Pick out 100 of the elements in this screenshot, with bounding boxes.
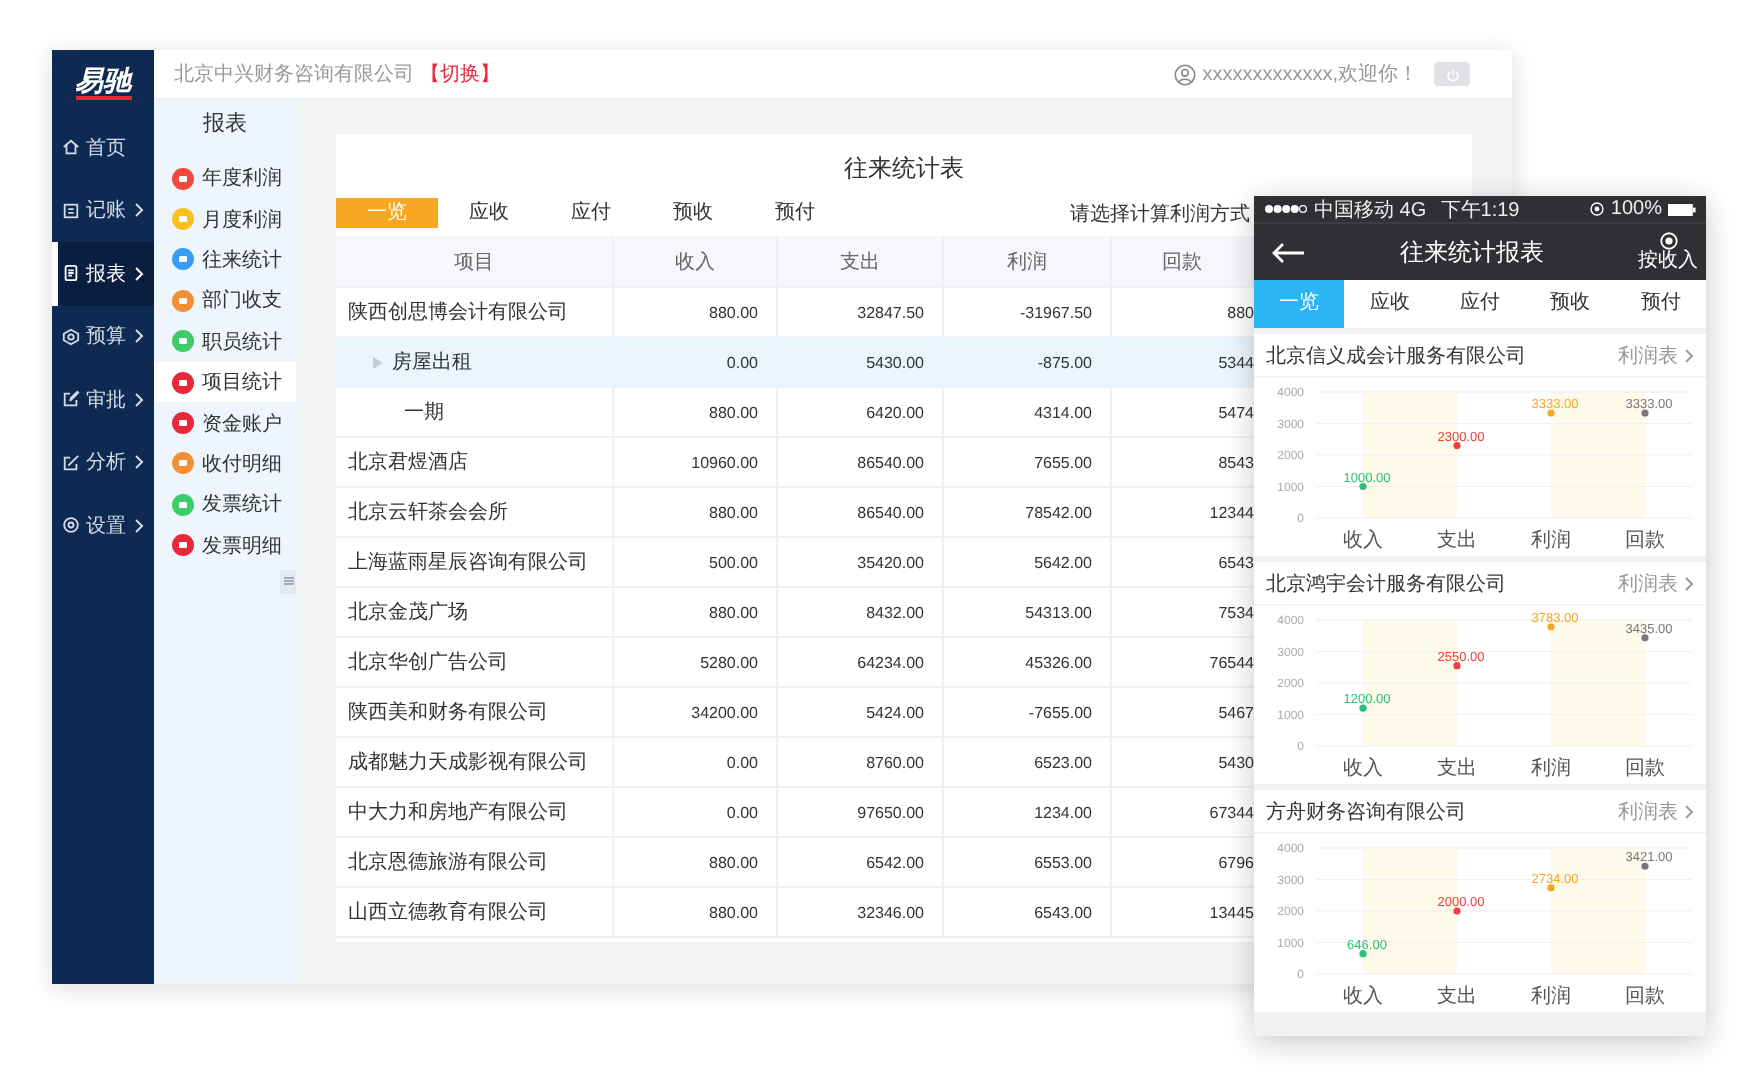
submenu-item[interactable]: 发票统计 [154, 484, 296, 526]
submenu-item[interactable]: 项目统计 [154, 361, 296, 403]
table-row[interactable]: 一期 880.00 6420.00 4314.00 5474 [336, 388, 1254, 438]
table-cell: 880.00 [614, 888, 778, 936]
table-row[interactable]: 中大力和房地产有限公司 0.00 97650.00 1234.00 67344 [336, 788, 1254, 838]
sidebar-item[interactable]: 预算 [52, 305, 154, 368]
category-label: 支出 [1437, 986, 1477, 1008]
sidebar-item[interactable]: 首页 [52, 116, 154, 179]
table-cell-text: 8543 [1216, 451, 1254, 475]
table-row[interactable]: 北京恩德旅游有限公司 880.00 6542.00 6553.00 6796 [336, 838, 1254, 888]
table-row[interactable]: 陕西美和财务有限公司 34200.00 5424.00 -7655.00 5467 [336, 688, 1254, 738]
tab[interactable]: 应收 [438, 198, 540, 228]
table-row[interactable]: 上海蓝雨星辰咨询有限公司 500.00 35420.00 5642.00 6543 [336, 538, 1254, 588]
chevron-right-icon [134, 391, 144, 408]
back-arrow-icon[interactable] [1270, 241, 1306, 263]
table-cell-text: 880 [1225, 301, 1254, 325]
table-cell-text: 山西立德教育有限公司 [348, 899, 548, 926]
switch-link[interactable]: 【切换】 [420, 60, 500, 88]
table-cell-text: 北京华创广告公司 [348, 649, 508, 676]
tab[interactable]: 预收 [1525, 280, 1616, 328]
table-cell-text: 北京金茂广场 [348, 599, 468, 626]
table-cell: 64234.00 [778, 638, 944, 686]
submenu-item[interactable]: 发票明细 [154, 525, 296, 566]
table-cell: 8760.00 [778, 738, 944, 786]
table-cell-text: 5474 [1216, 401, 1254, 425]
submenu-item[interactable]: 年度利润 [154, 158, 296, 199]
category-label: 利润 [1531, 986, 1571, 1008]
table-row[interactable]: 北京华创广告公司 5280.00 64234.00 45326.00 76544 [336, 638, 1254, 688]
table-cell-text: 5430 [1216, 751, 1254, 775]
tab[interactable]: 预收 [642, 198, 744, 228]
table-row[interactable]: 北京君煜酒店 10960.00 86540.00 7655.00 8543 [336, 438, 1254, 488]
tab[interactable]: 应付 [1434, 280, 1526, 328]
battery-level: 100% [1610, 198, 1662, 220]
table-row[interactable]: 山西立德教育有限公司 880.00 32346.00 6543.00 13445 [336, 888, 1254, 938]
table-cell: 880.00 [614, 488, 778, 536]
table-cell: 6420.00 [778, 388, 944, 436]
document-icon [62, 264, 80, 283]
section-title: 报表 [201, 110, 249, 140]
sidebar-item[interactable]: 分析 [52, 431, 154, 494]
chevron-right-icon [1684, 347, 1694, 363]
table-cell: 6553.00 [944, 838, 1112, 886]
tab[interactable]: 预付 [744, 198, 846, 228]
submenu-item[interactable]: 部门收支 [154, 280, 296, 322]
table-cell-text: 5344 [1216, 351, 1254, 375]
sidebar-item[interactable]: 设置 [52, 494, 154, 557]
category-label: 利润 [1531, 530, 1571, 552]
submenu-item[interactable]: 职员统计 [154, 321, 296, 362]
table-cell: 6523.00 [944, 738, 1112, 786]
table-cell: 4314.00 [944, 388, 1112, 436]
battery-icon [1668, 203, 1696, 215]
table-cell: 35420.00 [778, 538, 944, 586]
power-icon [1445, 67, 1459, 81]
tab[interactable]: 应付 [540, 198, 642, 228]
greeting-text: xxxxxxxxxxxxx,欢迎你！ [1202, 61, 1418, 88]
table-cell: 7655.00 [944, 438, 1112, 486]
table-row[interactable]: 成都魅力天成影视有限公司 0.00 8760.00 6523.00 5430 [336, 738, 1254, 788]
table-cell: 5642.00 [944, 538, 1112, 586]
sidebar-item[interactable]: 记账 [52, 179, 154, 242]
edit-icon [62, 390, 80, 409]
table-cell-text: 5467 [1216, 701, 1254, 725]
tab[interactable]: 应收 [1344, 280, 1435, 328]
submenu-item[interactable]: 往来统计 [154, 239, 296, 281]
table-cell-text: 76544 [1207, 651, 1254, 675]
sidebar-item[interactable]: 报表 [52, 242, 154, 305]
signal-icon [1264, 204, 1308, 214]
submenu-item[interactable]: 月度利润 [154, 198, 296, 240]
submenu-item[interactable]: 收付明细 [154, 443, 296, 485]
report-title: 往来统计表 [842, 154, 966, 182]
hexagon-icon [62, 327, 80, 346]
chevron-right-icon [134, 202, 144, 219]
table-cell: 880.00 [614, 288, 778, 336]
table-cell-text: 北京云轩茶会会所 [348, 499, 508, 526]
sidebar-item[interactable]: 审批 [52, 368, 154, 431]
table-cell: 8432.00 [778, 588, 944, 636]
settings-icon [62, 516, 80, 535]
submenu-item[interactable]: 资金账户 [154, 402, 296, 444]
notebook-icon [62, 201, 80, 220]
table-cell: 45326.00 [944, 638, 1112, 686]
status-time: 下午1:19 [1440, 197, 1520, 223]
table-cell: 880.00 [614, 588, 778, 636]
power-button[interactable] [1434, 62, 1470, 86]
table-cell: 0.00 [614, 338, 778, 386]
table-cell: 78542.00 [944, 488, 1112, 536]
table-row[interactable]: 房屋出租 0.00 5430.00 -875.00 5344 [336, 338, 1254, 388]
table-cell-text: 房屋出租 [392, 349, 472, 376]
table-cell: 32847.50 [778, 288, 944, 336]
chevron-right-icon [1684, 575, 1694, 591]
table-row[interactable]: 北京云轩茶会会所 880.00 86540.00 78542.00 12344 [336, 488, 1254, 538]
chevron-right-icon [134, 265, 144, 282]
screen-title: 往来统计报表 [1398, 235, 1546, 269]
expand-icon[interactable] [372, 355, 384, 369]
category-label: 支出 [1437, 758, 1477, 780]
table-cell-text: 北京恩德旅游有限公司 [348, 849, 548, 876]
table-row[interactable]: 北京金茂广场 880.00 8432.00 54313.00 7534 [336, 588, 1254, 638]
table-cell-text: 陕西创思博会计有限公司 [348, 299, 568, 326]
column-header: 项目 [336, 236, 614, 286]
tab[interactable]: 预付 [1615, 280, 1707, 328]
category-label: 回款 [1625, 758, 1665, 780]
sort-button[interactable]: 按收入 [1638, 232, 1698, 272]
collapse-icon[interactable] [280, 569, 296, 594]
